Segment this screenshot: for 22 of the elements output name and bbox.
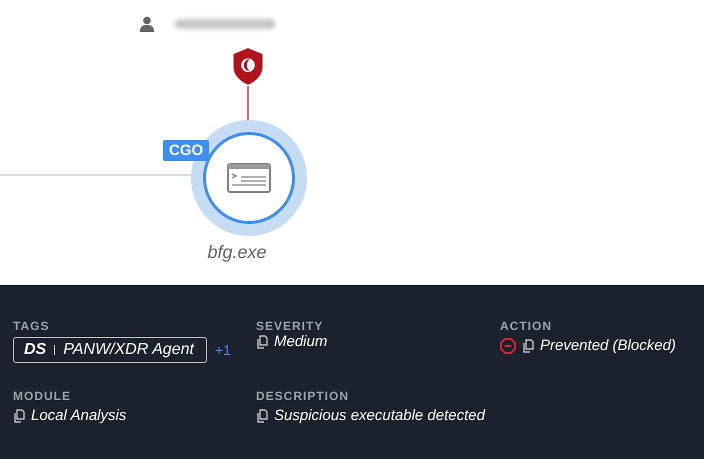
blocked-icon — [500, 338, 516, 354]
copy-icon[interactable] — [522, 338, 534, 352]
copy-icon[interactable] — [256, 334, 268, 348]
field-label: MODULE — [13, 389, 72, 403]
copy-icon[interactable] — [256, 408, 268, 422]
field-value: Suspicious executable detected — [274, 407, 485, 424]
shield-icon — [231, 46, 265, 86]
more-tags-link[interactable]: +1 — [214, 342, 231, 358]
tag-chip[interactable]: DS PANW/XDR Agent — [13, 337, 207, 363]
field-label: TAGS — [13, 319, 50, 333]
field-value: Local Analysis — [31, 407, 126, 424]
process-name: bfg.exe — [206, 242, 268, 263]
field-label: ACTION — [500, 319, 553, 333]
field-value: Prevented (Blocked) — [540, 337, 676, 354]
copy-icon[interactable] — [13, 408, 25, 422]
process-badge: CGO — [163, 140, 210, 161]
connector-line — [247, 86, 249, 122]
field-value: Medium — [274, 333, 328, 350]
field-label: SEVERITY — [256, 319, 324, 333]
user-icon — [139, 16, 155, 32]
field-label: DESCRIPTION — [256, 389, 350, 403]
terminal-window-icon — [227, 163, 271, 193]
